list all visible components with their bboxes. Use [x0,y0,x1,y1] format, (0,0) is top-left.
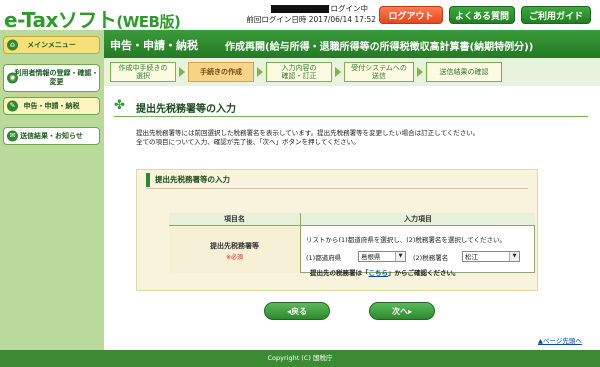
divider [114,116,588,117]
sidebar-item-results[interactable]: ✉ 送信結果・お知らせ [3,127,100,145]
arrow-right-icon [417,67,423,77]
table-header-item: 項目名 [169,213,301,226]
app-logo: e-Taxソフト(WEB版) [4,8,181,32]
mail-icon: ✉ [7,130,18,142]
back-button[interactable]: ◂ 戻る [264,302,330,320]
sidebar-item-main-menu[interactable]: ⌂ メインメニュー [3,36,100,54]
form-heading: 提出先税務署等の入力 [146,173,528,187]
page-subtitle: 作成再開(給与所得・退職所得等の所得税徴収高計算書(納期特例分)) [225,42,534,53]
prefecture-label: (1)都道府県 [306,254,342,262]
step-create: 手続きの作成 [188,62,254,82]
divider [146,188,528,189]
faq-button[interactable]: よくある質問 [449,6,515,24]
arrow-right-icon [257,67,263,77]
redacted-username [270,5,329,13]
guide-button[interactable]: ご利用ガイド [521,6,591,24]
arrow-right-icon [179,67,185,77]
sidebar-item-user-info[interactable]: ◉ 利用者情報の登録・確認・変更 [3,64,100,92]
last-login: 前回ログイン日時 2017/06/14 17:52 [246,15,376,24]
prefecture-select[interactable]: 島根県 ▼ [358,251,406,262]
required-mark: ※必須 [225,254,244,261]
login-status: ログイン中 [258,3,368,14]
arrow-right-icon [335,67,341,77]
chevron-down-icon: ▼ [509,252,519,261]
step-send: 受付システムへの 送信 [344,62,414,82]
tax-office-select[interactable]: 松江 ▼ [462,251,520,262]
table-header-input: 入力項目 [301,213,535,226]
user-icon: ◉ [7,72,18,84]
input-hint: リストから(1)都道府県を選択し、(2)税務署名を選択してください。 [306,236,507,244]
step-confirm: 入力内容の 確認・訂正 [266,62,332,82]
home-icon: ⌂ [7,39,18,51]
clover-icon: ✤ [114,98,125,113]
footer: Copyright (C) 国税庁 [0,350,600,367]
page-top-link[interactable]: ▲ページ先頭へ [538,335,582,345]
tax-office-label: (2)税務署名 [413,254,449,262]
step-select: 作成中手続きの 選択 [110,62,176,82]
next-button[interactable]: 次へ ▸ [369,302,435,320]
chevron-down-icon: ▼ [395,252,405,261]
section-description: 提出先税務署等には前回選択した税務署名を表示しています。提出先税務署等を変更した… [136,129,480,147]
document-icon: ✎ [7,100,18,112]
step-result: 送信結果の確認 [426,62,502,82]
row-label: 提出先税務署等 [210,242,259,250]
section-title: 提出先税務署等の入力 [136,104,236,115]
sidebar-item-filing[interactable]: ✎ 申告・申請・納税 [3,97,100,115]
row-label-cell: 提出先税務署等 ※必須 [169,226,301,273]
page-title: 申告・申請・納税 [110,39,198,52]
confirm-note: 提出先の税務署は「こちら」からご確認ください。 [310,269,460,277]
confirm-link[interactable]: こちら [369,269,389,277]
logout-button[interactable]: ログアウト [379,6,443,24]
